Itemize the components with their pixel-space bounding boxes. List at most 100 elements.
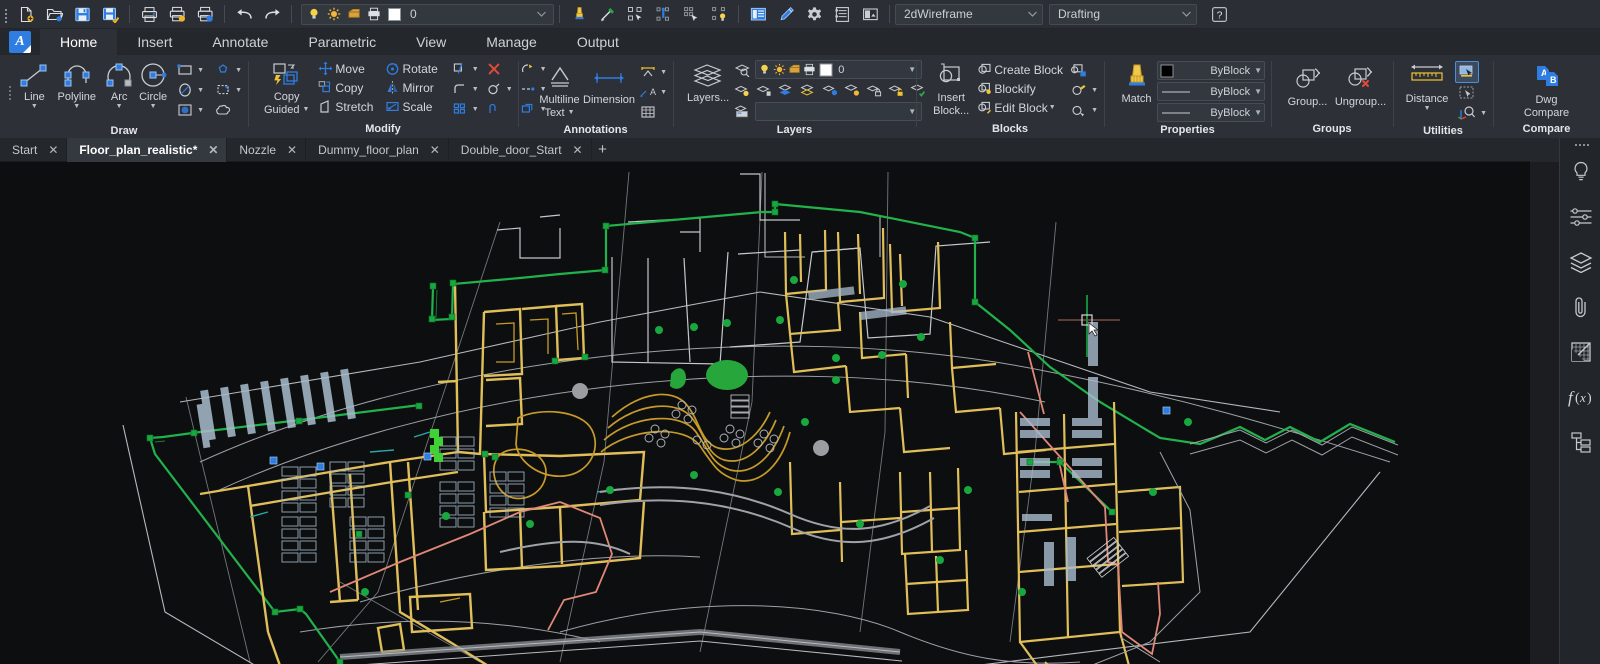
layer-color-swatch[interactable] [384,5,404,24]
lightbulb-icon[interactable] [304,5,324,24]
chevron-down-icon[interactable]: ▼ [1049,104,1056,111]
close-icon[interactable]: ✕ [286,143,298,157]
blockify-button[interactable]: Blockify [974,79,1066,98]
lightbulb-icon[interactable] [758,63,771,76]
chevron-down-icon[interactable]: ▼ [1091,107,1098,114]
block-editor-icon[interactable] [1068,100,1090,120]
help-button[interactable]: ? [1206,2,1232,26]
tab-insert[interactable]: Insert [117,29,192,55]
revision-cloud-icon[interactable] [212,100,234,120]
close-icon[interactable]: ✕ [572,143,584,157]
chevron-down-icon[interactable] [1027,7,1038,21]
chevron-down-icon[interactable]: ▼ [31,103,38,111]
polygon-icon[interactable] [212,60,234,80]
undo-button[interactable] [231,2,257,26]
close-icon[interactable]: ✕ [47,143,59,157]
stretch-button[interactable]: Stretch [315,97,376,116]
layer-color-swatch[interactable] [819,63,833,77]
chevron-down-icon[interactable]: ▼ [506,86,513,93]
array-icon[interactable] [449,99,471,119]
chevron-down-icon[interactable]: ▼ [472,106,479,113]
block-attribute-icon[interactable] [1068,60,1090,80]
select-objects-icon[interactable] [1455,83,1479,103]
sidebar-item-formula[interactable]: f ( x ) [1560,377,1600,422]
layer-previous-icon[interactable] [841,81,863,101]
plot-icon[interactable] [803,63,816,76]
object-color-combo[interactable]: ByBlock ▼ [1157,61,1265,80]
tab-view[interactable]: View [396,29,466,55]
quick-select-icon[interactable] [1455,61,1479,83]
linewidth-combo[interactable]: ByBlock ▼ [1157,82,1265,101]
chevron-down-icon[interactable]: ▼ [1091,87,1098,94]
current-layer-combo[interactable]: 0 ▼ [755,60,922,79]
chevron-down-icon[interactable]: ▼ [150,103,157,111]
copy-button[interactable]: Copy [315,78,376,97]
layers-properties-button[interactable]: Layers... [687,59,729,104]
properties-palette-button[interactable] [745,2,771,26]
layer-manager-icon[interactable] [731,102,753,122]
close-icon[interactable]: ✕ [207,143,219,157]
new-drawing-button[interactable] [13,2,39,26]
line-button[interactable]: Line ▼ [17,58,51,111]
layer-freeze-icon[interactable] [775,81,797,101]
sidebar-item-sheet-set[interactable] [1560,332,1600,377]
chevron-down-icon[interactable]: ▼ [197,67,204,74]
ellipse-icon[interactable] [174,80,196,100]
table-icon[interactable] [637,102,659,122]
sun-icon[interactable] [324,5,344,24]
layer-match-icon[interactable] [819,81,841,101]
save-as-button[interactable] [97,2,123,26]
rotate-button[interactable]: Rotate [382,59,440,78]
trim-extend-icon[interactable] [212,80,234,100]
chevron-down-icon[interactable]: ▼ [302,106,309,114]
tab-manage[interactable]: Manage [466,29,557,55]
redo-button[interactable] [259,2,285,26]
freeze-icon[interactable] [344,5,364,24]
chevron-down-icon[interactable]: ▼ [660,89,667,96]
doc-tab-start[interactable]: Start ✕ [0,138,67,162]
group-button[interactable]: Group... [1281,63,1334,108]
tab-annotate[interactable]: Annotate [192,29,288,55]
create-block-button[interactable]: Create Block [974,60,1066,79]
match-properties-button[interactable] [566,2,592,26]
set-base-point-icon[interactable] [1068,80,1090,100]
plot-button[interactable] [136,2,162,26]
ungroup-button[interactable]: Ungroup... [1334,63,1387,108]
sidebar-item-lightbulb[interactable] [1560,152,1600,197]
options-button[interactable] [801,2,827,26]
chevron-down-icon[interactable] [536,5,547,23]
chevron-down-icon[interactable]: ▼ [235,87,242,94]
chevron-down-icon[interactable]: ▼ [472,66,479,73]
tab-output[interactable]: Output [557,29,639,55]
layer-isolate-icon[interactable] [753,81,775,101]
chevron-down-icon[interactable]: ▼ [568,109,575,117]
chevron-down-icon[interactable]: ▼ [1424,105,1431,113]
dimension-button[interactable]: Dimension [583,61,635,106]
layer-state-icon[interactable] [731,81,753,101]
plot-preview-button[interactable] [164,2,190,26]
multiline-text-button[interactable]: Multiline Text ▼ [536,61,583,119]
isolate-objects-button[interactable] [706,2,732,26]
measure-button[interactable] [594,2,620,26]
layer-unlock-icon[interactable] [885,81,907,101]
trim-icon[interactable] [449,59,471,79]
save-button[interactable] [69,2,95,26]
chevron-down-icon[interactable]: ▼ [472,86,479,93]
chevron-down-icon[interactable]: ▼ [73,103,80,111]
polyline-button[interactable]: Polyline ▼ [51,58,102,111]
arc-button[interactable]: Arc ▼ [102,58,136,111]
sidebar-item-layers[interactable] [1560,242,1600,287]
clean-screen-button[interactable] [773,2,799,26]
plot-icon[interactable] [364,5,384,24]
application-menu-button[interactable]: A [0,29,40,55]
chevron-down-icon[interactable]: ▼ [1480,110,1487,117]
close-icon[interactable]: ✕ [429,143,441,157]
chevron-down-icon[interactable]: ▼ [660,69,667,76]
chamfer-icon[interactable] [483,79,505,99]
select-all-button[interactable] [678,2,704,26]
chevron-down-icon[interactable]: ▼ [197,107,204,114]
leader-icon[interactable]: A [637,82,659,102]
dimension-style-icon[interactable] [637,62,659,82]
layer-filter-combo[interactable]: ▼ [755,102,922,121]
chevron-down-icon[interactable]: ▼ [908,65,916,74]
